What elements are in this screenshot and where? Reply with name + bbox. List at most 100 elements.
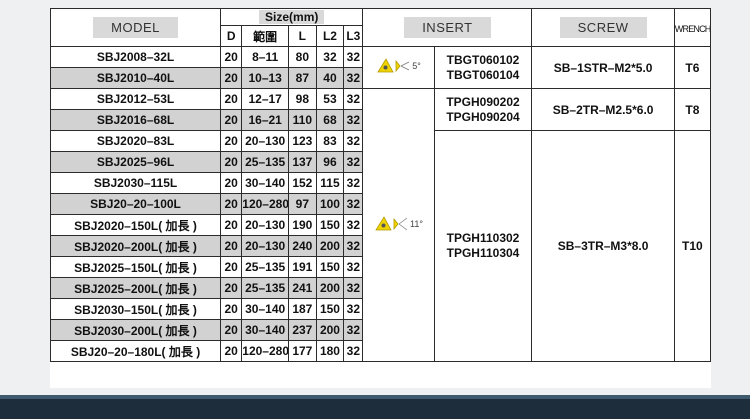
l-cell: 241: [288, 277, 317, 299]
l-cell: 87: [288, 67, 317, 89]
l-cell: 177: [288, 340, 317, 362]
model-cell: SBJ2020–150L( 加長 ): [49, 214, 222, 236]
triangle-insert-icon: [377, 58, 410, 73]
range-cell: 8–11: [241, 46, 290, 68]
l3-cell: 32: [343, 88, 364, 110]
insert-code-cell: TPGH110302 TPGH110304: [433, 130, 533, 362]
l2-cell: 200: [315, 235, 345, 257]
footer-bar: [0, 395, 750, 419]
l3-cell: 32: [343, 298, 364, 320]
l2-cell: 150: [315, 214, 345, 236]
l3-cell: 32: [343, 319, 364, 341]
d-cell: 20: [220, 340, 243, 362]
l-cell: 137: [288, 151, 317, 173]
model-cell: SBJ20–20–100L: [49, 193, 222, 215]
range-cell: 25–135: [241, 256, 290, 278]
table-row: SBJ2008–32L 20 8–11 80 32 32 5° TBGT0601…: [49, 46, 712, 89]
range-cell: 30–140: [241, 298, 290, 320]
l3-cell: 32: [343, 67, 364, 89]
d-cell: 20: [220, 277, 243, 299]
model-cell: SBJ2020–200L( 加長 ): [49, 235, 222, 257]
screw-cell: SB–3TR–M3*8.0: [531, 130, 675, 362]
l2-cell: 83: [315, 130, 345, 152]
header-size: Size(mm): [220, 8, 364, 26]
d-cell: 20: [220, 109, 243, 131]
l3-cell: 32: [343, 151, 364, 173]
header-model: MODEL: [49, 8, 222, 47]
d-cell: 20: [220, 172, 243, 194]
wrench-cell: T8: [673, 88, 712, 131]
header-l3: L3: [343, 25, 364, 47]
l-cell: 152: [288, 172, 317, 194]
d-cell: 20: [220, 151, 243, 173]
range-cell: 30–140: [241, 319, 290, 341]
model-cell: SBJ20–20–180L( 加長 ): [49, 340, 222, 362]
d-cell: 20: [220, 319, 243, 341]
d-cell: 20: [220, 88, 243, 110]
range-cell: 12–17: [241, 88, 290, 110]
l3-cell: 32: [343, 256, 364, 278]
l2-cell: 180: [315, 340, 345, 362]
d-cell: 20: [220, 67, 243, 89]
l-cell: 191: [288, 256, 317, 278]
l3-cell: 32: [343, 193, 364, 215]
d-cell: 20: [220, 214, 243, 236]
angle-label: 5°: [412, 61, 421, 71]
l3-cell: 32: [343, 277, 364, 299]
d-cell: 20: [220, 130, 243, 152]
insert-icon-11deg: 11°: [362, 88, 435, 362]
l-cell: 98: [288, 88, 317, 110]
screw-cell: SB–2TR–M2.5*6.0: [531, 88, 675, 131]
l-cell: 237: [288, 319, 317, 341]
model-cell: SBJ2008–32L: [49, 46, 222, 68]
l3-cell: 32: [343, 235, 364, 257]
model-cell: SBJ2025–150L( 加長 ): [49, 256, 222, 278]
range-cell: 120–280: [241, 193, 290, 215]
d-cell: 20: [220, 46, 243, 68]
l2-cell: 200: [315, 277, 345, 299]
table-row: SBJ2012–53L 20 12–17 98 53 32 11° TPGH09…: [49, 88, 712, 362]
header-screw: SCREW: [531, 8, 675, 47]
triangle-insert-icon: [375, 215, 408, 230]
l2-cell: 68: [315, 109, 345, 131]
l3-cell: 32: [343, 172, 364, 194]
l3-cell: 32: [343, 46, 364, 68]
l-cell: 190: [288, 214, 317, 236]
l2-cell: 53: [315, 88, 345, 110]
header-wrench: WRENCH: [673, 8, 712, 47]
insert-icon-5deg: 5°: [362, 46, 435, 89]
l2-cell: 100: [315, 193, 345, 215]
model-cell: SBJ2030–115L: [49, 172, 222, 194]
model-cell: SBJ2020–83L: [49, 130, 222, 152]
range-cell: 20–130: [241, 235, 290, 257]
l2-cell: 96: [315, 151, 345, 173]
l-cell: 110: [288, 109, 317, 131]
l2-cell: 150: [315, 256, 345, 278]
l2-cell: 32: [315, 46, 345, 68]
range-cell: 10–13: [241, 67, 290, 89]
l2-cell: 150: [315, 298, 345, 320]
spec-table: MODEL Size(mm) INSERT SCREW WRENCH D 範圍 …: [49, 8, 712, 362]
l-cell: 80: [288, 46, 317, 68]
header-l: L: [288, 25, 317, 47]
model-cell: SBJ2016–68L: [49, 109, 222, 131]
header-l2: L2: [315, 25, 345, 47]
header-insert: INSERT: [362, 8, 533, 47]
insert-code-cell: TBGT060102 TBGT060104: [433, 46, 533, 89]
l2-cell: 115: [315, 172, 345, 194]
model-cell: SBJ2030–200L( 加長 ): [49, 319, 222, 341]
screw-cell: SB–1STR–M2*5.0: [531, 46, 675, 89]
model-cell: SBJ2012–53L: [49, 88, 222, 110]
l3-cell: 32: [343, 214, 364, 236]
header-range: 範圍: [241, 25, 290, 47]
l-cell: 187: [288, 298, 317, 320]
range-cell: 20–130: [241, 130, 290, 152]
range-cell: 16–21: [241, 109, 290, 131]
l3-cell: 32: [343, 130, 364, 152]
d-cell: 20: [220, 235, 243, 257]
l3-cell: 32: [343, 340, 364, 362]
model-cell: SBJ2030–150L( 加長 ): [49, 298, 222, 320]
l-cell: 97: [288, 193, 317, 215]
insert-code-cell: TPGH090202 TPGH090204: [433, 88, 533, 131]
wrench-cell: T6: [673, 46, 712, 89]
